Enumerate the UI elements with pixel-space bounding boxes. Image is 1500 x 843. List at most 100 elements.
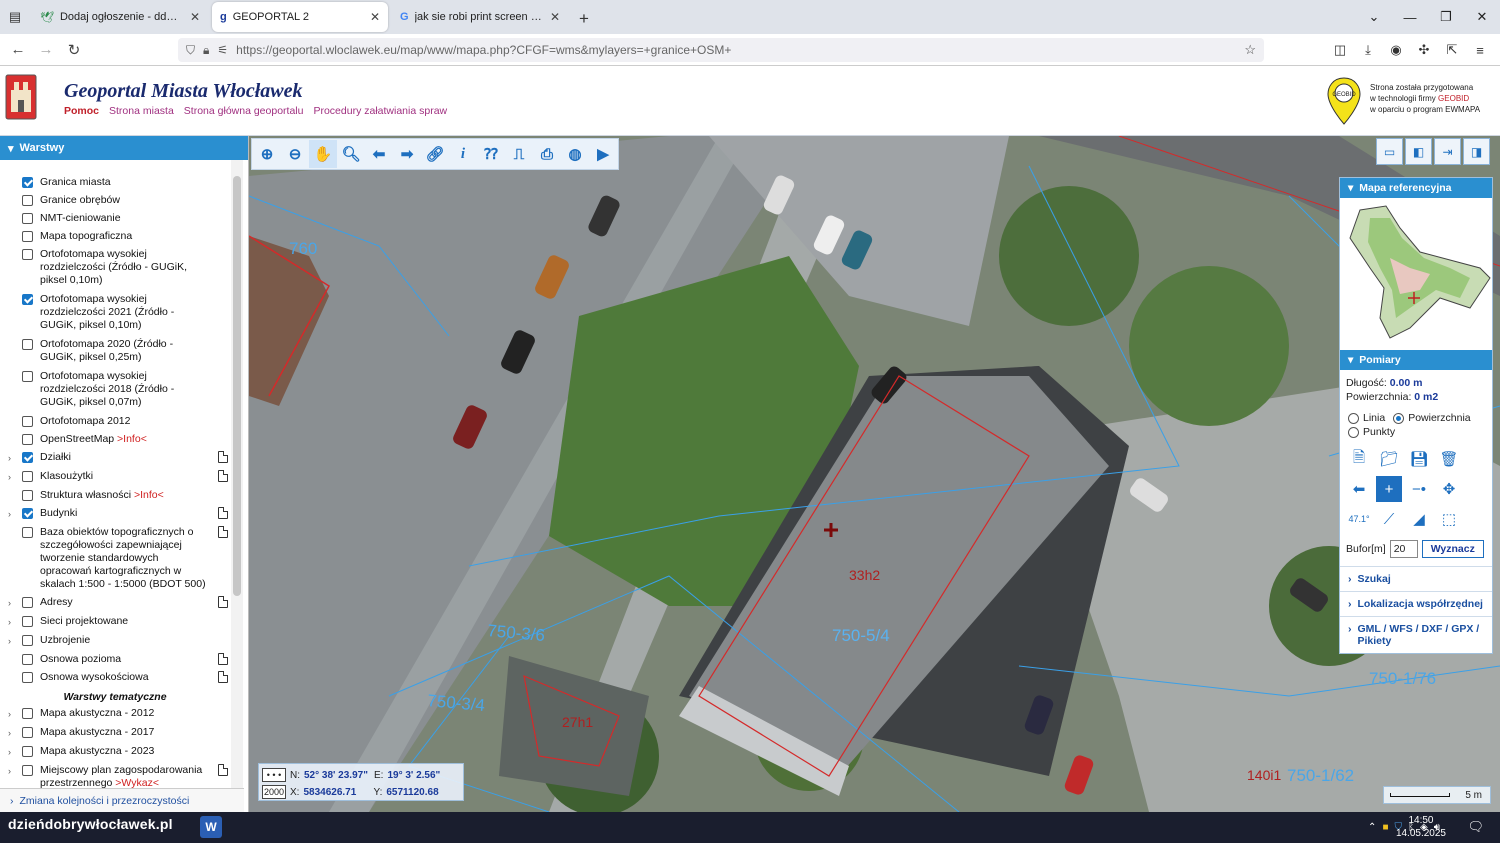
layer-checkbox[interactable] <box>22 727 33 738</box>
layer-checkbox[interactable] <box>22 508 33 519</box>
mode-line-radio[interactable]: Linia <box>1348 412 1385 424</box>
coordinate-location-link[interactable]: › Lokalizacja współrzędnej <box>1340 591 1492 616</box>
new-tab-icon[interactable]: + <box>570 4 598 34</box>
layer-checkbox[interactable] <box>22 195 33 206</box>
reference-map[interactable] <box>1340 198 1492 350</box>
layer-list-scrollbar[interactable] <box>231 160 243 788</box>
layer-checkbox[interactable] <box>22 527 33 538</box>
new-document-icon[interactable]: 🗎 <box>1346 446 1372 472</box>
layer-checkbox[interactable] <box>22 635 33 646</box>
angle-icon[interactable]: 47.1° <box>1346 506 1372 532</box>
layer-item[interactable]: OpenStreetMap >Info< <box>0 433 230 446</box>
camera-icon[interactable]: ▶ <box>589 140 617 168</box>
layer-item[interactable]: › Adresy <box>0 596 230 610</box>
layer-checkbox[interactable] <box>22 231 33 242</box>
layout-right-icon[interactable]: ◨ <box>1463 138 1490 165</box>
layer-metadata-icon[interactable] <box>218 507 228 519</box>
scale-input[interactable]: 2000 <box>262 785 286 799</box>
layer-metadata-icon[interactable] <box>218 764 228 776</box>
cube-icon[interactable]: ⬚ <box>1436 506 1462 532</box>
layer-checkbox[interactable] <box>22 708 33 719</box>
open-folder-icon[interactable]: 📁︎ <box>1376 446 1402 472</box>
pan-hand-icon[interactable]: ✋ <box>309 140 337 168</box>
layer-item[interactable]: Ortofotomapa wysokiej rozdzielczości (Źr… <box>0 248 230 287</box>
layer-item[interactable]: › Mapa akustyczna - 2012 <box>0 707 230 721</box>
layer-item[interactable]: › Mapa akustyczna - 2023 <box>0 745 230 759</box>
downloads-icon[interactable]: ⤓ <box>1354 34 1382 66</box>
export-formats-link[interactable]: › GML / WFS / DXF / GPX / Pikiety <box>1340 616 1492 653</box>
layer-checkbox[interactable] <box>22 371 33 382</box>
coord-format-icon[interactable]: • • • <box>262 768 286 782</box>
move-vertex-icon[interactable]: ✥ <box>1436 476 1462 502</box>
layer-checkbox[interactable] <box>22 597 33 608</box>
layer-item[interactable]: › Sieci projektowane <box>0 615 230 629</box>
tab-dodaj-ogloszenie[interactable]: 🕊 Dodaj ogłoszenie - ddwloclawek ✕ <box>32 2 208 32</box>
expand-chevron-icon[interactable]: › <box>8 615 22 629</box>
expand-chevron-icon[interactable]: › <box>8 764 22 778</box>
layer-item[interactable]: › Działki <box>0 451 230 465</box>
layer-item[interactable]: Ortofotomapa wysokiej rozdzielczości 201… <box>0 370 230 409</box>
expand-chevron-icon[interactable]: › <box>8 451 22 465</box>
layer-checkbox[interactable] <box>22 746 33 757</box>
account-icon[interactable]: ◉ <box>1382 34 1410 66</box>
close-tab-icon[interactable]: ✕ <box>370 10 380 24</box>
layer-order-link[interactable]: › Zmiana kolejności i przezroczystości <box>0 788 244 812</box>
list-all-tabs-icon[interactable]: ▤ <box>0 0 30 34</box>
expand-chevron-icon[interactable]: › <box>8 507 22 521</box>
minimize-icon[interactable]: — <box>1392 0 1428 34</box>
layer-item[interactable]: › Mapa akustyczna - 2017 <box>0 726 230 740</box>
profile-icon[interactable]: ◢ <box>1406 506 1432 532</box>
back-icon[interactable]: ← <box>4 36 32 64</box>
tray-app-icon[interactable]: ■ <box>1382 822 1388 833</box>
save-icon[interactable]: 💾︎ <box>1406 446 1432 472</box>
map-view[interactable]: 760 750-3/6 750-3/4 750-5/4 33h2 27h1 75… <box>249 136 1500 812</box>
layer-checkbox[interactable] <box>22 249 33 260</box>
layer-metadata-icon[interactable] <box>218 671 228 683</box>
layer-checkbox[interactable] <box>22 416 33 427</box>
close-tab-icon[interactable]: ✕ <box>190 10 200 24</box>
layer-item[interactable]: Ortofotomapa 2020 (Źródło - GUGiK, pikse… <box>0 338 230 364</box>
city-site-link[interactable]: Strona miasta <box>109 105 174 117</box>
layer-checkbox[interactable] <box>22 434 33 445</box>
zoom-window-icon[interactable]: 🔍︎ <box>337 140 365 168</box>
expand-chevron-icon[interactable]: › <box>8 596 22 610</box>
mode-area-radio[interactable]: Powierzchnia <box>1393 412 1471 424</box>
link-icon[interactable]: 🔗︎ <box>421 140 449 168</box>
trash-icon[interactable]: 🗑 <box>1436 446 1462 472</box>
layer-checkbox[interactable] <box>22 616 33 627</box>
layer-metadata-icon[interactable] <box>218 653 228 665</box>
layer-item[interactable]: Struktura własności >Info< <box>0 489 230 502</box>
layers-panel-header[interactable]: ▾ Warstwy <box>0 136 248 160</box>
system-clock[interactable]: 14:50 14.05.2025 <box>1396 814 1446 840</box>
menu-icon[interactable]: ≡ <box>1466 34 1494 66</box>
layout-export-icon[interactable]: ⇥ <box>1434 138 1461 165</box>
layer-metadata-icon[interactable] <box>218 451 228 463</box>
query-icon[interactable]: ⁇ <box>477 140 505 168</box>
layer-checkbox[interactable] <box>22 213 33 224</box>
measure-ruler-icon[interactable]: ⎍ <box>505 140 533 168</box>
tray-chevron-icon[interactable]: ⌃ <box>1368 822 1376 833</box>
add-vertex-icon[interactable]: + <box>1376 476 1402 502</box>
layer-metadata-icon[interactable] <box>218 596 228 608</box>
layer-checkbox[interactable] <box>22 765 33 776</box>
layer-item[interactable]: NMT-cieniowanie <box>0 212 230 225</box>
remove-vertex-icon[interactable]: −• <box>1406 476 1432 502</box>
expand-chevron-icon[interactable]: › <box>8 726 22 740</box>
layout-top-icon[interactable]: ▭ <box>1376 138 1403 165</box>
layer-item[interactable]: Ortofotomapa wysokiej rozdzielczości 202… <box>0 293 230 332</box>
layer-item[interactable]: Baza obiektów topograficznych o szczegół… <box>0 526 230 591</box>
compute-buffer-button[interactable]: Wyznacz <box>1421 540 1484 558</box>
scrollbar-thumb[interactable] <box>233 176 241 596</box>
close-tab-icon[interactable]: ✕ <box>550 10 560 24</box>
layer-item[interactable]: › Budynki <box>0 507 230 521</box>
back-arrow-icon[interactable]: ⬅ <box>365 140 393 168</box>
tab-geoportal[interactable]: g GEOPORTAL 2 ✕ <box>212 2 388 32</box>
buffer-input[interactable]: 20 <box>1389 540 1418 558</box>
bookmark-star-icon[interactable]: ☆ <box>1244 42 1256 58</box>
layer-item[interactable]: Granica miasta <box>0 176 230 189</box>
notification-icon[interactable]: 🗨 <box>1467 819 1484 835</box>
restore-icon[interactable]: ❐ <box>1428 0 1464 34</box>
procedures-link[interactable]: Procedury załatwiania spraw <box>313 105 447 117</box>
layer-info-link[interactable]: >Wykaz< <box>115 777 159 788</box>
forward-arrow-icon[interactable]: ➡ <box>393 140 421 168</box>
